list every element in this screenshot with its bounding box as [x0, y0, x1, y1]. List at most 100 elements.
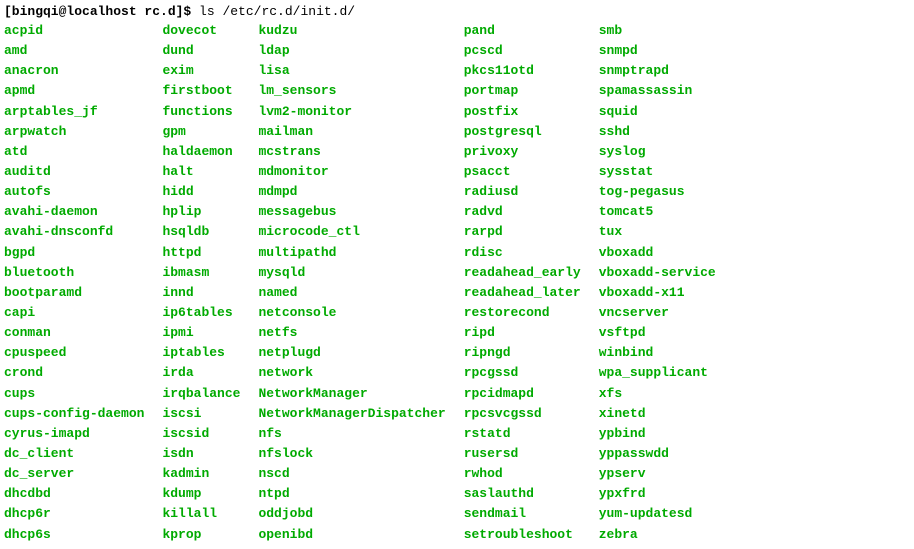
file-entry: ntpd	[258, 484, 445, 504]
file-entry: arpwatch	[4, 122, 144, 142]
file-entry: dovecot	[162, 21, 240, 41]
file-entry: rpcgssd	[464, 363, 581, 383]
file-listing: acpidamdanacronapmdarptables_jfarpwatcha…	[4, 21, 910, 545]
file-entry: nfs	[258, 424, 445, 444]
file-entry: network	[258, 363, 445, 383]
file-entry: vsftpd	[599, 323, 716, 343]
file-entry: atd	[4, 142, 144, 162]
file-entry: rstatd	[464, 424, 581, 444]
file-entry: rdisc	[464, 243, 581, 263]
file-entry: nscd	[258, 464, 445, 484]
file-entry: ip6tables	[162, 303, 240, 323]
file-entry: autofs	[4, 182, 144, 202]
column-1: dovecotdundeximfirstbootfunctionsgpmhald…	[162, 21, 258, 545]
file-entry: pcscd	[464, 41, 581, 61]
file-entry: vboxadd-x11	[599, 283, 716, 303]
file-entry: zebra	[599, 525, 716, 545]
file-entry: ipmi	[162, 323, 240, 343]
file-entry: dhcp6r	[4, 504, 144, 524]
file-entry: mdmpd	[258, 182, 445, 202]
column-0: acpidamdanacronapmdarptables_jfarpwatcha…	[4, 21, 162, 545]
file-entry: squid	[599, 102, 716, 122]
file-entry: multipathd	[258, 243, 445, 263]
file-entry: pand	[464, 21, 581, 41]
file-entry: mailman	[258, 122, 445, 142]
file-entry: kadmin	[162, 464, 240, 484]
file-entry: lvm2-monitor	[258, 102, 445, 122]
file-entry: ypbind	[599, 424, 716, 444]
file-entry: iptables	[162, 343, 240, 363]
file-entry: vboxadd	[599, 243, 716, 263]
file-entry: readahead_early	[464, 263, 581, 283]
file-entry: yum-updatesd	[599, 504, 716, 524]
file-entry: setroubleshoot	[464, 525, 581, 545]
file-entry: functions	[162, 102, 240, 122]
file-entry: rarpd	[464, 222, 581, 242]
file-entry: snmpd	[599, 41, 716, 61]
file-entry: cpuspeed	[4, 343, 144, 363]
file-entry: tux	[599, 222, 716, 242]
file-entry: apmd	[4, 81, 144, 101]
file-entry: dc_server	[4, 464, 144, 484]
file-entry: capi	[4, 303, 144, 323]
file-entry: ripngd	[464, 343, 581, 363]
file-entry: portmap	[464, 81, 581, 101]
file-entry: readahead_later	[464, 283, 581, 303]
file-entry: mcstrans	[258, 142, 445, 162]
file-entry: ypxfrd	[599, 484, 716, 504]
file-entry: tomcat5	[599, 202, 716, 222]
file-entry: saslauthd	[464, 484, 581, 504]
file-entry: firstboot	[162, 81, 240, 101]
file-entry: killall	[162, 504, 240, 524]
file-entry: netfs	[258, 323, 445, 343]
file-entry: ldap	[258, 41, 445, 61]
file-entry: wpa_supplicant	[599, 363, 716, 383]
file-entry: kudzu	[258, 21, 445, 41]
file-entry: smb	[599, 21, 716, 41]
file-entry: dhcp6s	[4, 525, 144, 545]
file-entry: NetworkManagerDispatcher	[258, 404, 445, 424]
file-entry: microcode_ctl	[258, 222, 445, 242]
file-entry: exim	[162, 61, 240, 81]
file-entry: vboxadd-service	[599, 263, 716, 283]
file-entry: mysqld	[258, 263, 445, 283]
file-entry: isdn	[162, 444, 240, 464]
file-entry: avahi-daemon	[4, 202, 144, 222]
file-entry: irqbalance	[162, 384, 240, 404]
file-entry: dhcdbd	[4, 484, 144, 504]
file-entry: cyrus-imapd	[4, 424, 144, 444]
file-entry: conman	[4, 323, 144, 343]
file-entry: rpcidmapd	[464, 384, 581, 404]
file-entry: snmptrapd	[599, 61, 716, 81]
file-entry: messagebus	[258, 202, 445, 222]
file-entry: iscsid	[162, 424, 240, 444]
file-entry: ripd	[464, 323, 581, 343]
file-entry: rwhod	[464, 464, 581, 484]
file-entry: acpid	[4, 21, 144, 41]
file-entry: halt	[162, 162, 240, 182]
file-entry: spamassassin	[599, 81, 716, 101]
file-entry: rusersd	[464, 444, 581, 464]
terminal-prompt-line: [bingqi@localhost rc.d]$ ls /etc/rc.d/in…	[4, 4, 910, 19]
file-entry: syslog	[599, 142, 716, 162]
file-entry: xinetd	[599, 404, 716, 424]
file-entry: postfix	[464, 102, 581, 122]
file-entry: yppasswdd	[599, 444, 716, 464]
file-entry: restorecond	[464, 303, 581, 323]
file-entry: kdump	[162, 484, 240, 504]
file-entry: bluetooth	[4, 263, 144, 283]
command-text: ls /etc/rc.d/init.d/	[199, 4, 355, 19]
file-entry: xfs	[599, 384, 716, 404]
file-entry: cups	[4, 384, 144, 404]
column-4: smbsnmpdsnmptrapdspamassassinsquidsshdsy…	[599, 21, 734, 545]
file-entry: netconsole	[258, 303, 445, 323]
file-entry: bgpd	[4, 243, 144, 263]
file-entry: sysstat	[599, 162, 716, 182]
file-entry: vncserver	[599, 303, 716, 323]
file-entry: mdmonitor	[258, 162, 445, 182]
file-entry: cups-config-daemon	[4, 404, 144, 424]
file-entry: oddjobd	[258, 504, 445, 524]
file-entry: privoxy	[464, 142, 581, 162]
file-entry: sshd	[599, 122, 716, 142]
file-entry: nfslock	[258, 444, 445, 464]
